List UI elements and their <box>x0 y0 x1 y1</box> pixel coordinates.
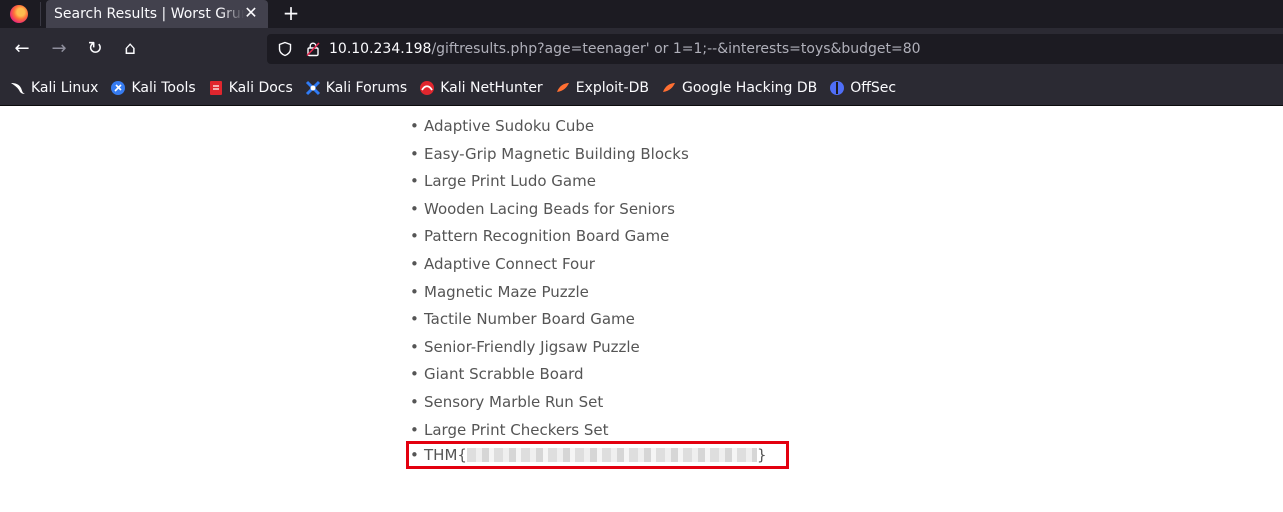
home-button[interactable]: ⌂ <box>118 37 142 61</box>
kali-tools-icon <box>111 80 126 95</box>
list-item: Wooden Lacing Beads for Seniors <box>410 196 689 224</box>
bookmark-label: Kali Linux <box>31 79 99 96</box>
list-item: Pattern Recognition Board Game <box>410 223 689 251</box>
kali-docs-icon <box>209 80 222 95</box>
bookmark-offsec[interactable]: OffSec <box>829 80 896 96</box>
bookmark-label: Kali NetHunter <box>440 79 543 96</box>
bookmark-label: OffSec <box>850 79 897 96</box>
bookmark-label: Kali Tools <box>131 79 196 96</box>
forward-button[interactable]: → <box>47 37 71 61</box>
list-item: Adaptive Sudoku Cube <box>410 113 689 141</box>
bookmark-exploit-db[interactable]: Exploit-DB <box>555 80 649 96</box>
tab-search-results[interactable]: Search Results | Worst Grumpy ✕ <box>46 0 268 28</box>
nethunter-icon <box>420 80 435 95</box>
tab-separator <box>40 2 41 26</box>
url-host: 10.10.234.198 <box>329 41 432 57</box>
bookmark-google-hacking-db[interactable]: Google Hacking DB <box>661 80 817 96</box>
bookmark-kali-nethunter[interactable]: Kali NetHunter <box>419 79 543 96</box>
list-item: Large Print Checkers Set <box>410 417 689 445</box>
list-item: Large Print Ludo Game <box>410 168 689 196</box>
list-item: Tactile Number Board Game <box>410 306 689 334</box>
ghdb-icon <box>662 82 675 92</box>
bookmark-kali-docs[interactable]: Kali Docs <box>208 80 293 96</box>
exploit-db-icon <box>556 82 569 92</box>
flag-highlight-box <box>406 441 789 469</box>
list-item: Magnetic Maze Puzzle <box>410 279 689 307</box>
list-item: Senior-Friendly Jigsaw Puzzle <box>410 334 689 362</box>
navigation-toolbar: ← → ↻ ⌂ 10.10.234.198/giftresults.php?ag… <box>0 28 1283 70</box>
insecure-lock-icon[interactable] <box>305 41 321 57</box>
bookmark-kali-tools[interactable]: Kali Tools <box>110 79 196 96</box>
kali-dragon-icon <box>11 82 25 94</box>
tab-bar: Search Results | Worst Grumpy ✕ + <box>0 0 1283 28</box>
tab-title: Search Results | Worst Grumpy <box>54 6 244 22</box>
list-item: Giant Scrabble Board <box>410 361 689 389</box>
close-icon[interactable]: ✕ <box>242 4 260 22</box>
firefox-icon[interactable] <box>10 5 28 23</box>
list-item: Sensory Marble Run Set <box>410 389 689 417</box>
reload-button[interactable]: ↻ <box>83 37 107 61</box>
bookmark-label: Kali Forums <box>325 79 408 96</box>
kali-forums-icon <box>305 80 320 95</box>
url-path: /giftresults.php?age=teenager' or 1=1;--… <box>431 41 921 57</box>
back-button[interactable]: ← <box>10 37 34 61</box>
bookmark-label: Kali Docs <box>228 79 293 96</box>
bookmark-label: Exploit-DB <box>575 79 649 96</box>
gift-results-list: Adaptive Sudoku Cube Easy-Grip Magnetic … <box>410 113 689 444</box>
url-text[interactable]: 10.10.234.198/giftresults.php?age=teenag… <box>329 41 921 57</box>
bookmark-kali-forums[interactable]: Kali Forums <box>305 80 407 96</box>
bookmarks-toolbar: Kali Linux Kali Tools Kali Docs Kali For… <box>0 70 1283 106</box>
offsec-icon <box>830 80 845 95</box>
list-item: Easy-Grip Magnetic Building Blocks <box>410 141 689 169</box>
page-content: Adaptive Sudoku Cube Easy-Grip Magnetic … <box>0 107 1283 512</box>
shield-icon[interactable] <box>277 41 293 57</box>
list-item: Adaptive Connect Four <box>410 251 689 279</box>
bookmark-label: Google Hacking DB <box>681 79 818 96</box>
new-tab-button[interactable]: + <box>280 2 302 24</box>
bookmark-kali-linux[interactable]: Kali Linux <box>10 80 98 96</box>
url-bar[interactable]: 10.10.234.198/giftresults.php?age=teenag… <box>267 34 1283 64</box>
